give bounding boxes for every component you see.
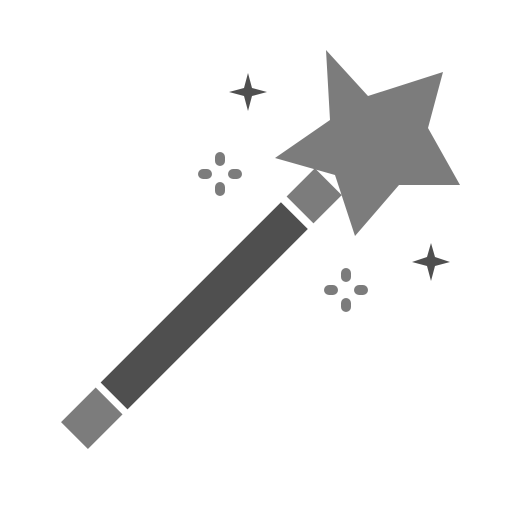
magic-wand-icon-canvas bbox=[0, 0, 512, 512]
dotted-sparkle-icon-left bbox=[198, 152, 242, 196]
wand-tip-band bbox=[286, 168, 342, 224]
wand-shaft bbox=[100, 202, 308, 410]
magic-wand-icon bbox=[61, 50, 460, 449]
sparkle-icon-upper-left bbox=[229, 73, 267, 111]
dotted-sparkle-icon-lower bbox=[324, 268, 368, 312]
wand-grip bbox=[61, 387, 123, 449]
wand-group bbox=[61, 168, 342, 449]
sparkle-icon-right bbox=[412, 243, 450, 281]
